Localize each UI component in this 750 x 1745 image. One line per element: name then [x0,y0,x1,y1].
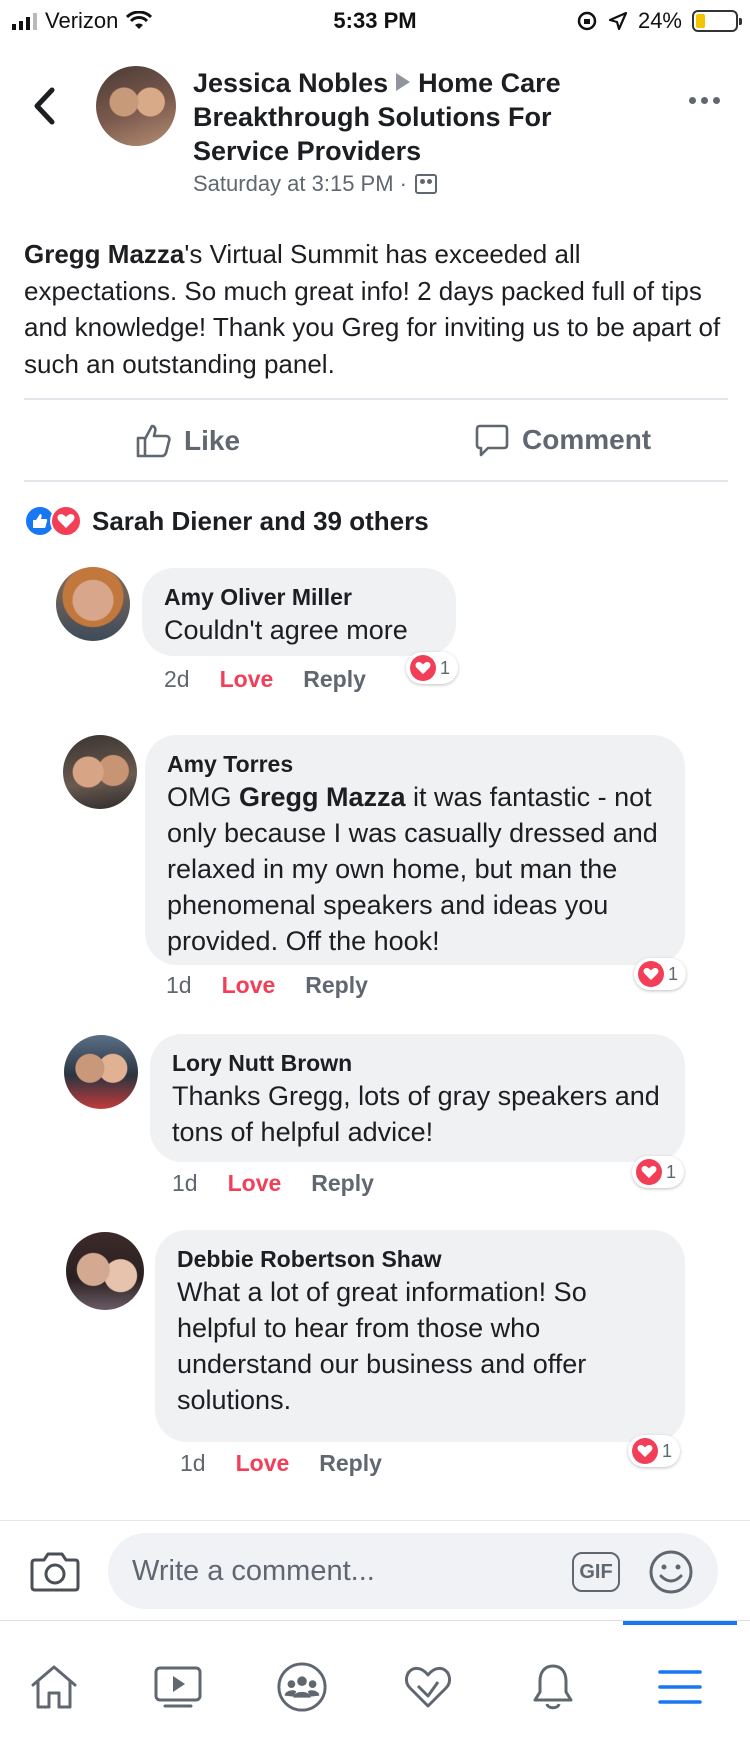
comment-actions: 1d Love Reply [172,1170,374,1197]
watch-icon [154,1666,202,1708]
love-reaction-icon [50,505,82,537]
nav-dating[interactable] [402,1661,454,1713]
nav-menu[interactable] [654,1661,706,1713]
comment-author[interactable]: Debbie Robertson Shaw [177,1244,663,1274]
post-timestamp[interactable]: Saturday at 3:15 PM · [193,171,407,197]
comment-time[interactable]: 1d [172,1170,198,1197]
divider [24,480,728,482]
comment-text: What a lot of great information! So help… [177,1277,587,1415]
comment-composer: GIF [0,1520,750,1618]
nav-watch[interactable] [152,1661,204,1713]
love-button[interactable]: Love [236,1450,290,1477]
avatar[interactable] [66,1232,144,1310]
active-tab-indicator [623,1621,737,1625]
comment-time[interactable]: 2d [164,666,190,693]
gif-button[interactable]: GIF [572,1552,620,1592]
more-options-button[interactable] [689,97,720,104]
comment-reaction-count[interactable]: 1 [406,652,459,684]
comment-time[interactable]: 1d [180,1450,206,1477]
arrow-right-icon [396,73,411,91]
avatar[interactable] [64,1035,138,1109]
comment-reaction-count[interactable]: 1 [634,958,687,990]
comment-bubble: Amy Oliver Miller Couldn't agree more [142,568,456,656]
chevron-left-icon [34,87,55,125]
status-bar: Verizon 5:33 PM 24% [0,0,750,44]
menu-icon [658,1670,702,1704]
comment-text-prefix: OMG [167,782,239,812]
comment-reaction-count[interactable]: 1 [632,1156,685,1188]
emoji-button[interactable] [648,1549,694,1600]
comment-bubble: Amy Torres OMG Gregg Mazza it was fantas… [145,735,685,965]
reactions-summary[interactable]: Sarah Diener and 39 others [24,505,429,537]
love-button[interactable]: Love [222,972,276,999]
love-reaction-icon [636,1159,662,1185]
comment-bubble: Lory Nutt Brown Thanks Gregg, lots of gr… [150,1034,685,1162]
comment-reaction-count[interactable]: 1 [628,1435,681,1467]
battery-icon [692,10,742,32]
bottom-nav [0,1620,750,1745]
reply-button[interactable]: Reply [305,972,368,999]
comment-author[interactable]: Lory Nutt Brown [172,1048,663,1078]
reaction-count-value: 1 [666,1161,677,1182]
post-body: Gregg Mazza's Virtual Summit has exceede… [24,236,724,382]
nav-notifications[interactable] [527,1661,579,1713]
comment-actions: 2d Love Reply [164,666,366,693]
groups-icon [277,1662,327,1712]
nav-groups[interactable] [276,1661,328,1713]
reaction-count-value: 1 [668,963,679,984]
comment-bubble: Debbie Robertson Shaw What a lot of grea… [155,1230,685,1442]
comment-author[interactable]: Amy Torres [167,749,663,779]
comment-time[interactable]: 1d [166,972,192,999]
comment-input[interactable] [108,1533,718,1609]
home-icon [31,1665,77,1709]
comment-actions: 1d Love Reply [180,1450,382,1477]
smiley-icon [649,1550,693,1594]
location-icon [608,11,628,31]
battery-level [696,14,706,28]
comment-text: Couldn't agree more [164,615,408,645]
comment-button[interactable]: Comment [474,422,651,458]
comment-author[interactable]: Amy Oliver Miller [164,582,434,612]
comment-text: Thanks Gregg, lots of gray speakers and … [172,1081,660,1147]
comment-mention[interactable]: Gregg Mazza [239,782,406,812]
post-meta: Saturday at 3:15 PM · [193,171,437,197]
post-mention[interactable]: Gregg Mazza [24,239,184,269]
love-reaction-icon [632,1438,658,1464]
comment-text: OMG Gregg Mazza it was fantastic - not o… [167,779,663,959]
reactions-text: Sarah Diener and 39 others [92,505,429,536]
orientation-lock-icon [577,11,597,31]
bell-icon [533,1664,573,1710]
like-button[interactable]: Like [134,422,240,460]
love-reaction-icon [638,961,664,987]
post-title: Jessica Nobles Home Care Breakthrough Sol… [193,66,633,168]
avatar[interactable] [63,735,137,809]
post-actions: Like Comment [24,404,728,478]
divider [24,398,728,400]
reply-button[interactable]: Reply [311,1170,374,1197]
post-author-link[interactable]: Jessica Nobles [193,68,388,98]
battery-percent: 24% [637,8,682,33]
comment-label: Comment [522,424,652,455]
author-avatar[interactable] [96,66,176,146]
nav-home[interactable] [28,1661,80,1713]
love-button[interactable]: Love [220,666,274,693]
thumbs-up-icon [136,424,171,458]
status-right: 24% [576,8,742,34]
love-reaction-icon [410,655,436,681]
ellipsis-icon [689,97,696,104]
camera-button[interactable] [30,1550,80,1597]
reaction-count-value: 1 [662,1440,673,1461]
reply-button[interactable]: Reply [303,666,366,693]
avatar[interactable] [56,567,130,641]
dating-heart-icon [404,1666,452,1708]
comment-bubble-icon [475,424,509,457]
camera-icon [30,1552,80,1592]
reaction-count-value: 1 [440,657,451,678]
back-button[interactable] [28,86,62,126]
reply-button[interactable]: Reply [319,1450,382,1477]
comment-actions: 1d Love Reply [166,972,368,999]
like-label: Like [184,425,241,456]
love-button[interactable]: Love [228,1170,282,1197]
group-privacy-icon [415,174,437,194]
